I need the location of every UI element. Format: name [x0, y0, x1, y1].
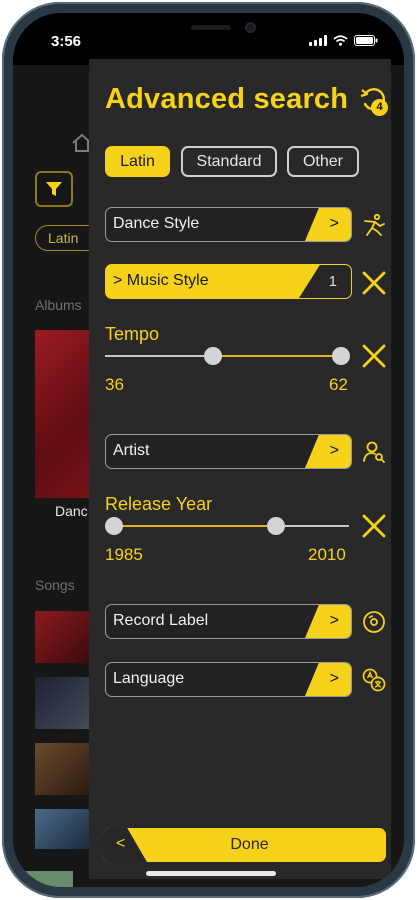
song-cover[interactable] — [35, 809, 91, 849]
close-icon[interactable] — [361, 270, 387, 296]
album-cover[interactable] — [35, 330, 95, 498]
status-icons — [309, 35, 378, 46]
filter-button[interactable] — [35, 171, 73, 207]
tempo-range-fill — [213, 355, 341, 357]
dance-style-select[interactable]: Dance Style > — [105, 207, 352, 242]
tempo-label: Tempo — [105, 324, 160, 344]
phone-frame: Latin Albums Danc Songs 3:56 Advanced se… — [2, 2, 415, 898]
done-label: Done — [230, 836, 269, 853]
wifi-icon — [333, 35, 348, 46]
now-playing-cover[interactable] — [13, 871, 73, 887]
tab-latin[interactable]: Latin — [105, 146, 170, 177]
person-search-icon[interactable] — [361, 439, 387, 465]
song-cover[interactable] — [35, 743, 91, 795]
speaker — [191, 25, 231, 30]
chevron-right-icon: > — [305, 208, 351, 241]
release-year-label: Release Year — [105, 494, 213, 514]
done-button[interactable]: < Done — [103, 828, 386, 862]
translate-icon[interactable] — [361, 667, 387, 693]
album-title: Danc — [55, 503, 88, 519]
release-year-min-value: 1985 — [105, 545, 143, 564]
notch — [123, 13, 295, 47]
active-filter-count: 4 — [371, 99, 388, 116]
advanced-search-panel: Advanced search 4 Latin Standard Other D… — [89, 59, 391, 879]
song-cover[interactable] — [35, 677, 91, 729]
dance-style-label: Dance Style — [113, 215, 200, 232]
songs-label: Songs — [35, 577, 75, 593]
tempo-min-value: 36 — [105, 375, 124, 394]
status-time: 3:56 — [51, 33, 82, 50]
battery-icon — [354, 35, 378, 46]
status-bar: 3:56 — [13, 13, 404, 65]
release-year-max-value: 2010 — [308, 545, 346, 564]
screen: Latin Albums Danc Songs 3:56 Advanced se… — [13, 13, 404, 887]
artist-label: Artist — [113, 442, 150, 459]
close-icon[interactable] — [361, 343, 387, 369]
tempo-max-value: 62 — [329, 375, 348, 394]
release-year-slider[interactable] — [105, 517, 349, 535]
albums-label: Albums — [35, 297, 82, 313]
music-style-count: 1 — [299, 265, 351, 298]
home-indicator[interactable] — [146, 871, 276, 876]
song-cover[interactable] — [35, 611, 91, 663]
chevron-right-icon: > — [305, 435, 351, 468]
funnel-icon — [46, 182, 62, 196]
language-select[interactable]: Language > — [105, 662, 352, 697]
release-year-max-handle[interactable] — [267, 517, 285, 535]
signal-icon — [309, 35, 327, 46]
tempo-max-handle[interactable] — [332, 347, 350, 365]
chevron-right-icon: > — [305, 605, 351, 638]
camera — [245, 22, 256, 33]
tab-standard[interactable]: Standard — [181, 146, 277, 177]
release-year-range-fill — [114, 525, 276, 527]
tempo-min-handle[interactable] — [204, 347, 222, 365]
close-icon[interactable] — [361, 513, 387, 539]
tab-other[interactable]: Other — [287, 146, 359, 177]
disc-icon[interactable] — [361, 609, 387, 635]
record-label-select[interactable]: Record Label > — [105, 604, 352, 639]
chevron-right-icon: > — [305, 663, 351, 696]
artist-select[interactable]: Artist > — [105, 434, 352, 469]
dancer-icon[interactable] — [361, 212, 387, 238]
music-style-label: > Music Style — [113, 272, 209, 289]
panel-title: Advanced search — [105, 83, 349, 115]
tempo-slider[interactable] — [105, 347, 350, 365]
music-style-select[interactable]: > Music Style 1 — [105, 264, 352, 299]
release-year-min-handle[interactable] — [105, 517, 123, 535]
record-label-label: Record Label — [113, 612, 209, 629]
language-label: Language — [113, 670, 185, 687]
